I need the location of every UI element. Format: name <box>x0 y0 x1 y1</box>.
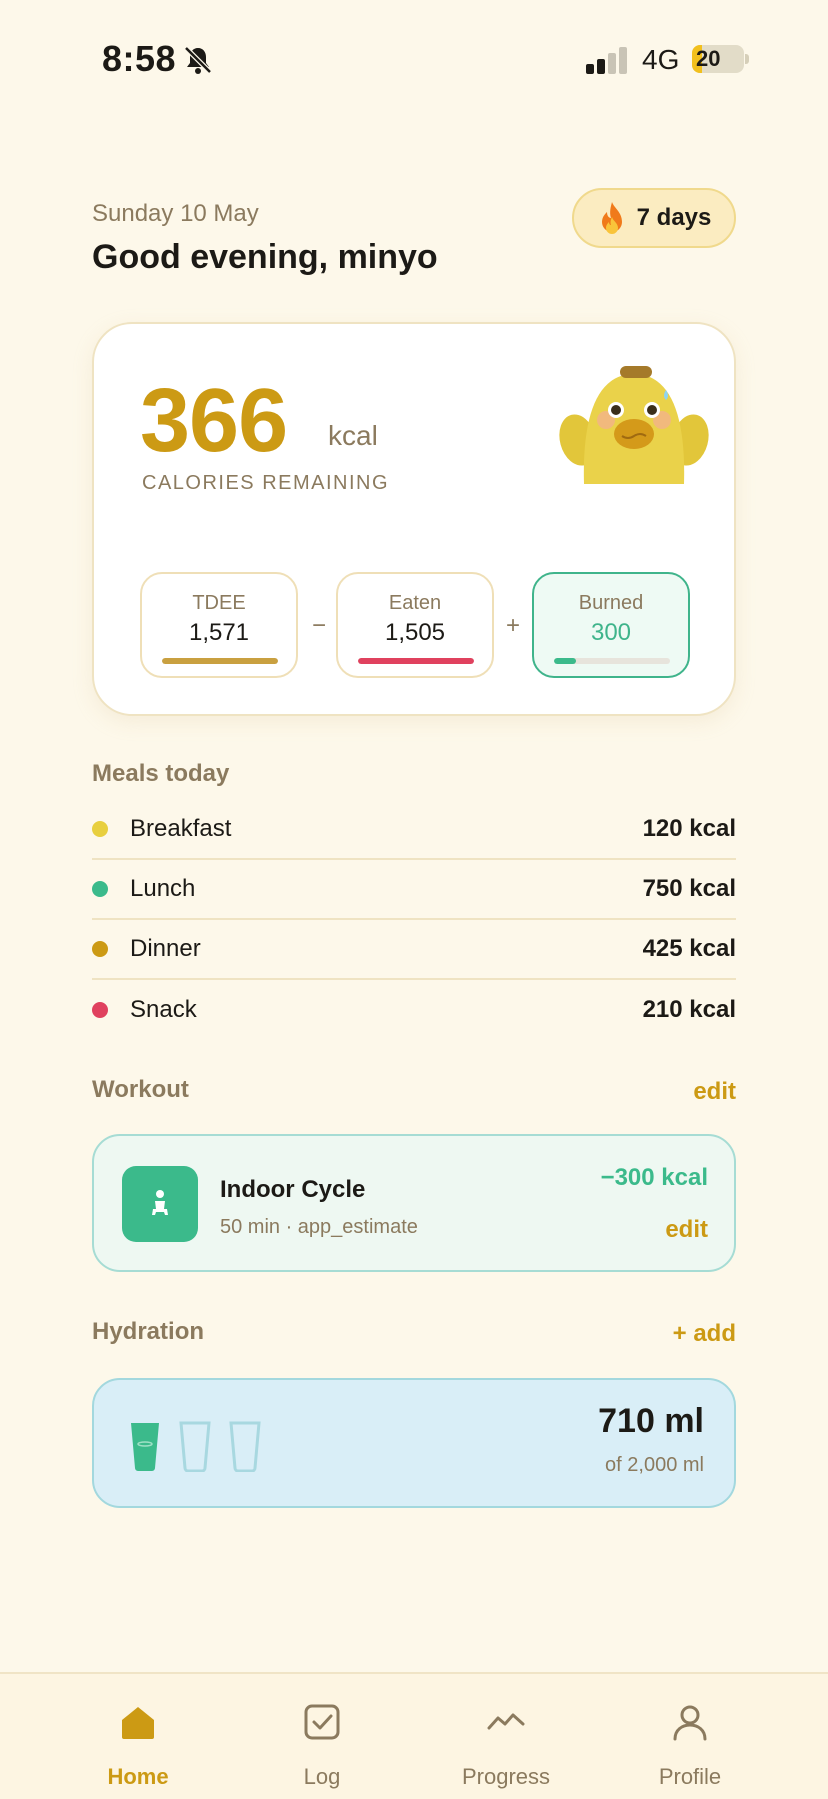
calorie-card: 366 kcal CALORIES REMAINING TDEE 1,571 −… <box>92 322 736 716</box>
meal-name: Dinner <box>130 935 201 962</box>
stat-value: 1,571 <box>188 619 250 646</box>
workout-card-edit-link[interactable]: edit <box>665 1216 708 1244</box>
meal-color-dot <box>92 881 108 897</box>
battery-icon: 20 <box>692 45 749 73</box>
network-type: 4G <box>642 44 680 75</box>
meal-kcal: 750 kcal <box>642 875 736 902</box>
water-cups[interactable] <box>128 1420 262 1472</box>
tab-label: Log <box>303 1764 341 1789</box>
mascot-chick-icon <box>559 366 709 484</box>
checkbox-icon <box>304 1704 340 1740</box>
water-cup-filled-icon[interactable] <box>128 1420 162 1472</box>
signal-icon <box>586 47 627 74</box>
stat-progress-bar <box>554 658 670 664</box>
workout-section-title: Workout <box>92 1076 189 1103</box>
stat-burned[interactable]: Burned 300 <box>532 572 690 678</box>
meal-kcal: 210 kcal <box>642 996 736 1023</box>
streak-badge[interactable]: 7 days <box>572 188 736 248</box>
workout-card[interactable]: Indoor Cycle 50 min · app_estimate −300 … <box>92 1134 736 1272</box>
greeting-title: Good evening, minyo <box>92 238 438 276</box>
meal-kcal: 425 kcal <box>642 935 736 962</box>
meal-row-breakfast[interactable]: Breakfast 120 kcal <box>92 800 736 860</box>
meal-color-dot <box>92 821 108 837</box>
meal-name: Lunch <box>130 875 196 902</box>
hydration-section-title: Hydration <box>92 1318 205 1345</box>
tab-progress[interactable]: Progress <box>414 1674 598 1799</box>
calories-unit: kcal <box>328 420 378 451</box>
stat-label: Burned <box>578 592 644 614</box>
stat-tdee[interactable]: TDEE 1,571 <box>140 572 298 678</box>
tab-bar: Home Log Progress Profile <box>0 1672 828 1799</box>
tab-log[interactable]: Log <box>230 1674 414 1799</box>
hydration-card[interactable]: 710 ml of 2,000 ml <box>92 1378 736 1508</box>
stat-value: 300 <box>590 619 632 646</box>
bell-muted-icon <box>184 46 212 74</box>
tab-label: Progress <box>461 1764 551 1789</box>
stat-progress-bar <box>162 658 278 664</box>
meal-row-snack[interactable]: Snack 210 kcal <box>92 980 736 1040</box>
meal-color-dot <box>92 1002 108 1018</box>
meal-name: Breakfast <box>130 815 232 842</box>
workout-kcal: −300 kcal <box>600 1164 708 1191</box>
hydration-add-link[interactable]: + add <box>673 1320 736 1348</box>
chart-line-icon <box>487 1713 525 1730</box>
streak-label: 7 days <box>636 204 712 231</box>
stat-progress-bar <box>358 658 474 664</box>
workout-edit-link[interactable]: edit <box>693 1078 736 1106</box>
stat-eaten[interactable]: Eaten 1,505 <box>336 572 494 678</box>
tab-label: Profile <box>658 1764 722 1789</box>
calories-remaining-label: CALORIES REMAINING <box>142 472 390 494</box>
tab-home[interactable]: Home <box>46 1674 230 1799</box>
water-cup-empty-icon[interactable] <box>178 1420 212 1472</box>
meal-name: Snack <box>130 996 197 1023</box>
stat-label: Eaten <box>388 592 442 614</box>
cycling-icon <box>122 1166 198 1242</box>
calories-remaining-value: 366 <box>140 371 288 471</box>
battery-percent: 20 <box>696 46 721 71</box>
person-icon <box>673 1705 707 1741</box>
water-goal: of 2,000 ml <box>605 1454 704 1476</box>
meal-row-dinner[interactable]: Dinner 425 kcal <box>92 920 736 980</box>
stat-label: TDEE <box>192 592 246 614</box>
meal-color-dot <box>92 941 108 957</box>
meals-section-title: Meals today <box>92 760 230 787</box>
status-bar: 8:58 4G 20 <box>0 0 828 120</box>
status-time: 8:58 <box>102 38 177 79</box>
tab-label: Home <box>107 1764 169 1789</box>
minus-operator: − <box>312 612 327 639</box>
stat-value: 1,505 <box>384 619 446 646</box>
fire-icon <box>601 202 622 234</box>
meals-list: Breakfast 120 kcal Lunch 750 kcal Dinner… <box>92 800 736 1040</box>
workout-name: Indoor Cycle <box>220 1176 366 1203</box>
home-icon <box>122 1707 154 1739</box>
plus-operator: + <box>506 612 521 639</box>
meal-kcal: 120 kcal <box>642 815 736 842</box>
meal-row-lunch[interactable]: Lunch 750 kcal <box>92 860 736 920</box>
water-cup-empty-icon[interactable] <box>228 1420 262 1472</box>
workout-meta: 50 min · app_estimate <box>220 1216 418 1238</box>
date-label: Sunday 10 May <box>92 200 259 227</box>
tab-profile[interactable]: Profile <box>598 1674 782 1799</box>
water-amount: 710 ml <box>598 1402 704 1440</box>
